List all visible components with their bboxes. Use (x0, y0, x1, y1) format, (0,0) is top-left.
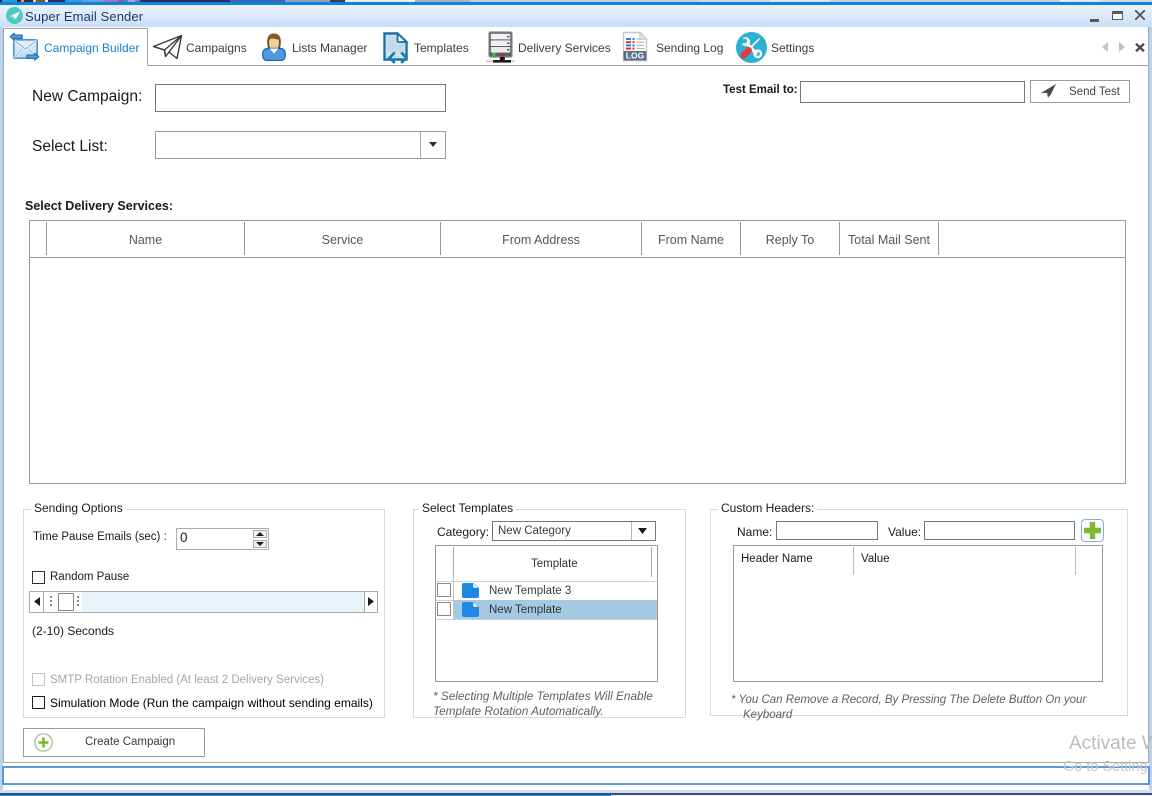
svg-text:LOG: LOG (626, 51, 645, 61)
